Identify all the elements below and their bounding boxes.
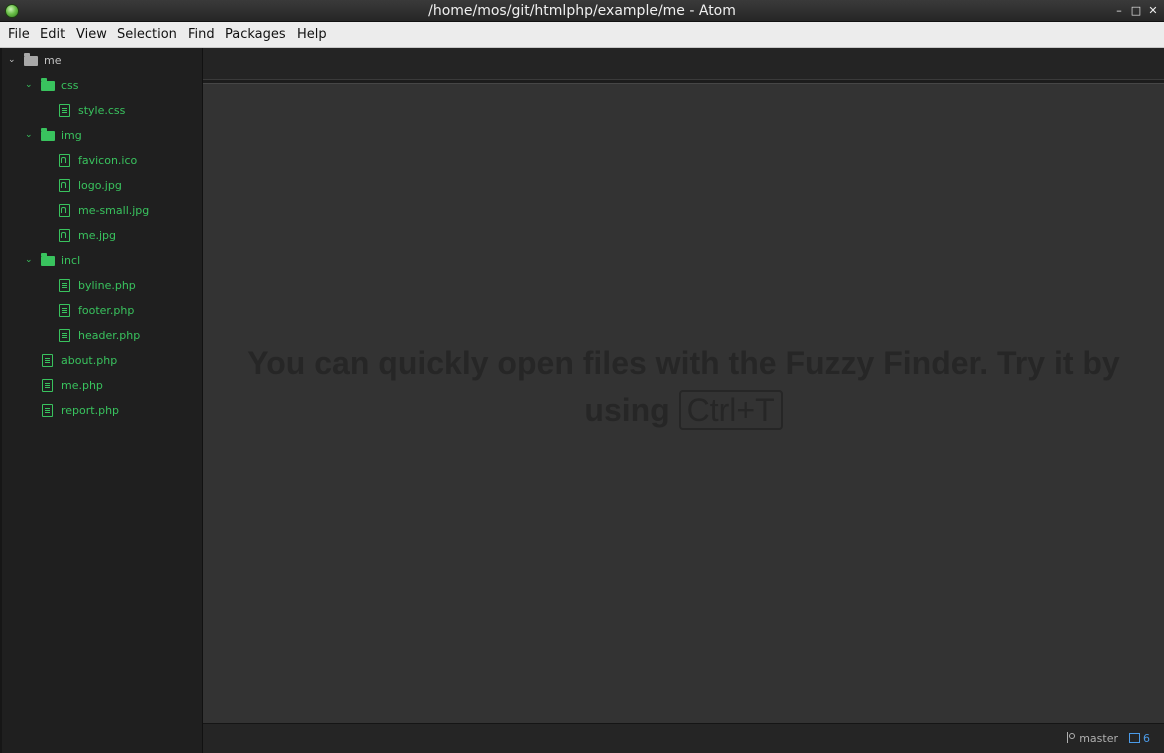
chevron-down-icon[interactable]: ⌄ [8,48,18,73]
tree-item-label: css [61,79,79,92]
tree-item-label: me.php [61,379,103,392]
tree-file-report[interactable]: report.php [2,398,202,423]
file-text-icon [59,329,70,342]
tree-item-label: report.php [61,404,120,417]
tree-item-label: me.jpg [78,229,117,242]
tree-item-label: logo.jpg [78,179,122,192]
git-branch[interactable]: master [1067,732,1118,745]
menu-packages[interactable]: Packages [225,27,286,42]
tree-item-label: favicon.ico [78,154,138,167]
tree-item-label: about.php [61,354,118,367]
tree-file-footer[interactable]: footer.php [2,298,202,323]
package-count: 6 [1143,732,1150,745]
tree-item-label: incl [61,254,81,267]
package-icon [1129,733,1140,743]
folder-icon [41,253,55,266]
window-title: /home/mos/git/htmlphp/example/me - Atom [428,3,736,19]
keybinding-badge: Ctrl+T [678,390,783,430]
menu-edit[interactable]: Edit [40,27,65,42]
file-text-icon [42,404,53,417]
chevron-down-icon[interactable]: ⌄ [25,123,35,148]
branch-name: master [1079,732,1118,745]
tree-file-style-css[interactable]: style.css [2,98,202,123]
tree-file-me-php[interactable]: me.php [2,373,202,398]
tree-file-logo[interactable]: logo.jpg [2,173,202,198]
menu-view[interactable]: View [76,27,107,42]
file-media-icon [59,179,70,192]
tree-item-label: me-small.jpg [78,204,150,217]
chevron-down-icon[interactable]: ⌄ [25,248,35,273]
tree-file-header[interactable]: header.php [2,323,202,348]
status-bar: master 6 [203,723,1164,753]
package-updates[interactable]: 6 [1129,732,1150,745]
menu-find[interactable]: Find [188,27,215,42]
tree-item-label: byline.php [78,279,136,292]
tab-bar[interactable] [203,48,1164,80]
file-text-icon [59,304,70,317]
title-bar: /home/mos/git/htmlphp/example/me - Atom … [0,0,1164,22]
tree-folder-img[interactable]: ⌄ img [2,123,202,148]
tree-item-label: footer.php [78,304,135,317]
tree-file-me-jpg[interactable]: me.jpg [2,223,202,248]
tree-root[interactable]: ⌄ me [2,48,202,73]
tree-file-byline[interactable]: byline.php [2,273,202,298]
git-branch-icon [1067,732,1076,743]
tree-item-label: img [61,129,82,142]
fuzzy-finder-hint: You can quickly open files with the Fuzz… [223,340,1144,434]
tree-root-label: me [44,54,62,67]
editor-pane[interactable]: You can quickly open files with the Fuzz… [203,84,1164,723]
file-text-icon [42,354,53,367]
tree-item-label: header.php [78,329,141,342]
menu-bar: File Edit View Selection Find Packages H… [0,22,1164,48]
maximize-icon[interactable]: □ [1129,3,1143,19]
tree-file-favicon[interactable]: favicon.ico [2,148,202,173]
tree-item-label: style.css [78,104,126,117]
folder-icon [41,128,55,141]
menu-selection[interactable]: Selection [117,27,177,42]
file-media-icon [59,204,70,217]
file-text-icon [59,279,70,292]
folder-icon [41,78,55,91]
file-text-icon [59,104,70,117]
tree-folder-css[interactable]: ⌄ css [2,73,202,98]
file-text-icon [42,379,53,392]
tree-file-me-small[interactable]: me-small.jpg [2,198,202,223]
app-menu-icon[interactable] [5,4,19,18]
minimize-icon[interactable]: – [1112,3,1126,19]
folder-icon [24,53,38,66]
tree-folder-incl[interactable]: ⌄ incl [2,248,202,273]
chevron-down-icon[interactable]: ⌄ [25,73,35,98]
tree-view: ⌄ me ⌄ css style.css ⌄ img favicon.ico l… [0,48,203,753]
tree-file-about[interactable]: about.php [2,348,202,373]
file-media-icon [59,154,70,167]
file-media-icon [59,229,70,242]
close-icon[interactable]: ✕ [1146,3,1160,19]
menu-help[interactable]: Help [297,27,327,42]
menu-file[interactable]: File [8,27,30,42]
